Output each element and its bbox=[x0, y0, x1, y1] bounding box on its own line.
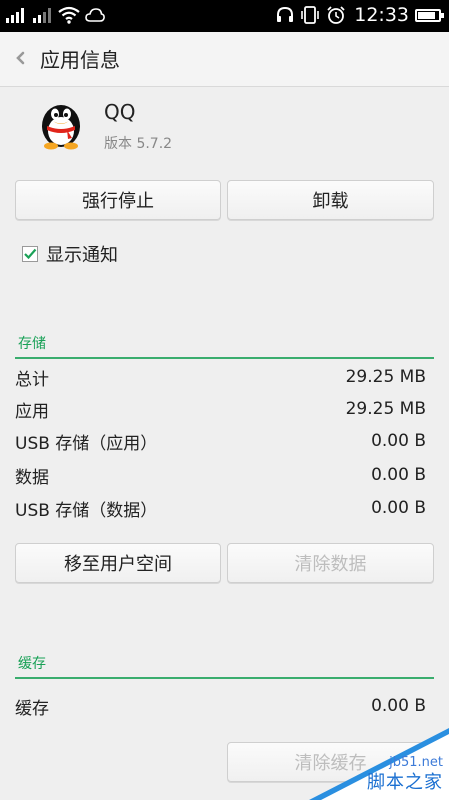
uninstall-button[interactable]: 卸载 bbox=[227, 180, 434, 220]
storage-row-label: USB 存储（应用） bbox=[15, 433, 158, 454]
storage-row-value: 29.25 MB bbox=[345, 399, 426, 419]
app-name: QQ bbox=[104, 100, 136, 124]
storage-row-value: 0.00 B bbox=[371, 498, 426, 518]
storage-divider bbox=[15, 357, 434, 359]
back-chevron-icon[interactable] bbox=[12, 46, 32, 70]
checkmark-icon bbox=[24, 248, 37, 260]
cache-row-value: 0.00 B bbox=[371, 696, 426, 716]
page-title: 应用信息 bbox=[40, 48, 120, 72]
cache-row-label: 缓存 bbox=[15, 698, 49, 719]
cache-divider bbox=[15, 677, 434, 679]
storage-row-value: 0.00 B bbox=[371, 431, 426, 451]
storage-row-app: 应用 29.25 MB bbox=[15, 394, 426, 424]
app-version: 版本 5.7.2 bbox=[104, 136, 173, 152]
force-stop-button[interactable]: 强行停止 bbox=[15, 180, 221, 220]
cloud-icon bbox=[85, 8, 105, 22]
signal-2-icon bbox=[33, 8, 51, 23]
show-notification-checkbox[interactable] bbox=[22, 246, 38, 262]
phone-vibrate-icon bbox=[301, 6, 320, 24]
signal-icon bbox=[6, 8, 24, 23]
cache-section-header: 缓存 bbox=[15, 653, 434, 679]
storage-row-usb-app: USB 存储（应用） 0.00 B bbox=[15, 426, 426, 456]
show-notification-row[interactable]: 显示通知 bbox=[22, 241, 118, 267]
status-bar: 12:33 bbox=[0, 0, 449, 32]
status-time: 12:33 bbox=[354, 4, 409, 26]
storage-row-value: 29.25 MB bbox=[345, 367, 426, 387]
watermark-name: 脚本之家 bbox=[367, 772, 443, 793]
storage-section-title: 存储 bbox=[18, 336, 46, 352]
storage-section-header: 存储 bbox=[15, 333, 434, 359]
qq-penguin-app-icon bbox=[42, 105, 80, 150]
cache-row: 缓存 0.00 B bbox=[15, 691, 426, 721]
battery-level bbox=[418, 11, 435, 19]
move-to-user-space-button[interactable]: 移至用户空间 bbox=[15, 543, 221, 583]
storage-row-value: 0.00 B bbox=[371, 465, 426, 485]
battery-icon bbox=[415, 8, 444, 22]
show-notification-label: 显示通知 bbox=[46, 245, 118, 266]
cache-section-title: 缓存 bbox=[18, 656, 46, 672]
headset-icon bbox=[277, 6, 294, 22]
storage-row-total: 总计 29.25 MB bbox=[15, 362, 426, 392]
storage-row-label: 数据 bbox=[15, 467, 49, 488]
storage-row-usb-data: USB 存储（数据） 0.00 B bbox=[15, 493, 426, 523]
storage-row-data: 数据 0.00 B bbox=[15, 460, 426, 490]
storage-row-label: 应用 bbox=[15, 401, 49, 422]
wifi-icon bbox=[58, 6, 80, 24]
alarm-icon bbox=[327, 6, 345, 24]
watermark: jb51.net 脚本之家 bbox=[309, 728, 449, 800]
storage-row-label: 总计 bbox=[15, 369, 49, 390]
clear-data-button[interactable]: 清除数据 bbox=[227, 543, 434, 583]
storage-row-label: USB 存储（数据） bbox=[15, 500, 158, 521]
title-bar: 应用信息 bbox=[0, 32, 449, 87]
